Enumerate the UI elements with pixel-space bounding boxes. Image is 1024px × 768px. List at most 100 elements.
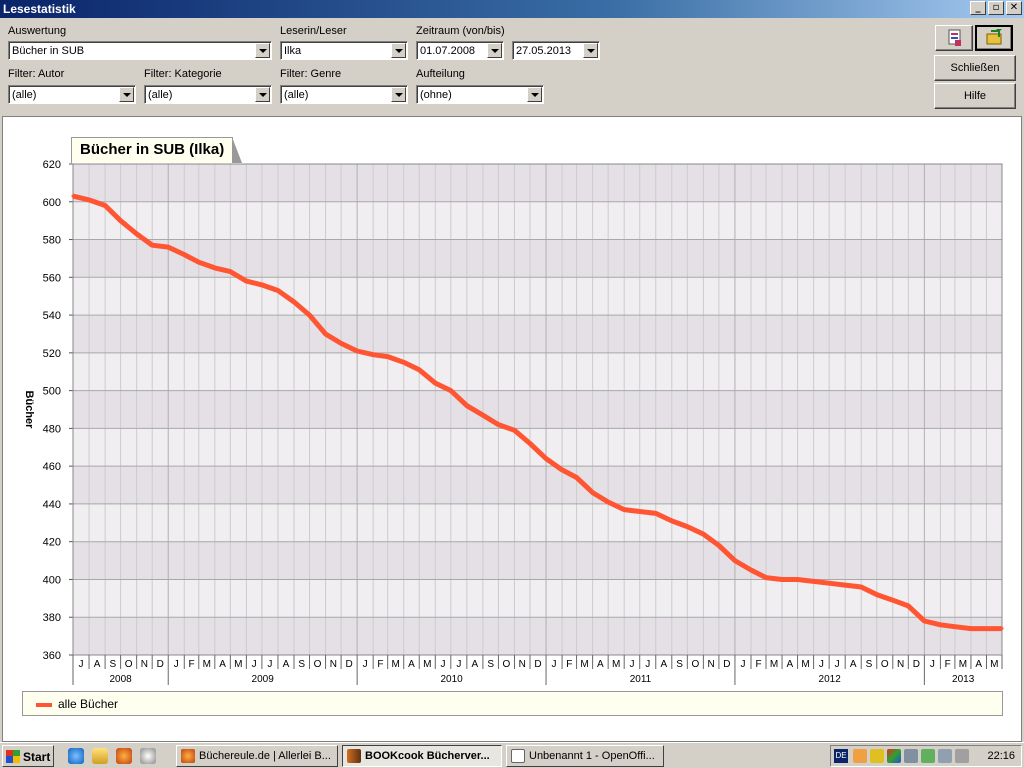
x-year-label: 2008	[109, 674, 132, 685]
y-tick-label: 380	[43, 612, 61, 624]
data-point	[701, 532, 705, 536]
data-point	[843, 583, 847, 587]
x-month-label: M	[959, 659, 967, 670]
chart-legend: alle Bücher	[22, 691, 1003, 716]
data-point	[906, 604, 910, 608]
x-year-label: 2009	[252, 674, 275, 685]
data-point	[481, 413, 485, 417]
task-label: Unbenannt 1 - OpenOffi...	[529, 750, 655, 762]
data-point	[606, 500, 610, 504]
x-month-label: J	[645, 659, 650, 670]
grid-band	[73, 541, 1002, 580]
windows-logo-icon	[6, 750, 20, 763]
data-point	[591, 491, 595, 495]
x-month-label: M	[423, 659, 431, 670]
data-point	[87, 198, 91, 202]
x-month-label: O	[503, 659, 511, 670]
y-tick-label: 580	[43, 235, 61, 247]
shield-icon[interactable]	[870, 749, 884, 763]
volume-icon[interactable]	[955, 749, 969, 763]
task-openoffice[interactable]: Unbenannt 1 - OpenOffi...	[506, 745, 664, 767]
system-tray: DE 22:16	[830, 745, 1022, 767]
x-year-label: 2010	[440, 674, 463, 685]
data-point	[228, 270, 232, 274]
x-year-label: 2012	[819, 674, 842, 685]
x-month-label: A	[597, 659, 604, 670]
data-point	[402, 360, 406, 364]
grid-band	[73, 466, 1002, 504]
data-point	[244, 279, 248, 283]
x-month-label: A	[975, 659, 982, 670]
x-month-label: M	[234, 659, 242, 670]
x-month-label: F	[377, 659, 383, 670]
grid-band	[73, 239, 1002, 278]
data-point	[733, 559, 737, 563]
safely-remove-icon[interactable]	[921, 749, 935, 763]
y-tick-label: 520	[43, 348, 61, 360]
firefox-icon	[181, 749, 195, 763]
x-month-label: J	[252, 659, 257, 670]
data-point	[922, 619, 926, 623]
data-point	[449, 389, 453, 393]
data-point	[560, 468, 564, 472]
data-point	[654, 511, 658, 515]
x-month-label: A	[283, 659, 290, 670]
task-bookcook[interactable]: BOOKcook Bücherver...	[342, 745, 502, 767]
start-button[interactable]: Start	[2, 745, 54, 767]
x-month-label: J	[174, 659, 179, 670]
x-month-label: M	[612, 659, 620, 670]
x-month-label: F	[945, 659, 951, 670]
x-month-label: A	[408, 659, 415, 670]
grid-band	[73, 617, 1002, 655]
data-point	[544, 457, 548, 461]
data-point	[812, 579, 816, 583]
data-point	[308, 313, 312, 317]
x-month-label: S	[676, 659, 683, 670]
x-month-label: O	[881, 659, 889, 670]
folder-icon[interactable]	[92, 748, 108, 764]
data-point	[260, 283, 264, 287]
data-point	[512, 428, 516, 432]
data-point	[213, 266, 217, 270]
data-point	[685, 525, 689, 529]
y-tick-label: 440	[43, 499, 61, 511]
data-point	[575, 475, 579, 479]
grid-band	[73, 315, 1002, 353]
data-point	[496, 423, 500, 427]
data-point	[969, 627, 973, 631]
data-point	[622, 508, 626, 512]
search-icon[interactable]	[140, 748, 156, 764]
chart-title: Bücher in SUB (Ilka)	[71, 137, 243, 163]
language-indicator[interactable]: DE	[834, 749, 848, 763]
connection-icon[interactable]	[938, 749, 952, 763]
data-point	[875, 593, 879, 597]
data-point	[119, 219, 123, 223]
task-bucheule[interactable]: Büchereule.de | Allerlei B...	[176, 745, 338, 767]
x-month-label: D	[157, 659, 164, 670]
x-month-label: J	[629, 659, 634, 670]
x-month-label: N	[519, 659, 526, 670]
x-month-label: N	[708, 659, 715, 670]
data-point	[292, 300, 296, 304]
x-month-label: M	[990, 659, 998, 670]
x-month-label: M	[770, 659, 778, 670]
data-point	[717, 543, 721, 547]
firefox-icon[interactable]	[116, 748, 132, 764]
tray-windows-icon[interactable]	[887, 749, 901, 763]
ie-icon[interactable]	[68, 748, 84, 764]
data-point	[276, 289, 280, 293]
grid-band	[73, 390, 1002, 429]
x-month-label: J	[267, 659, 272, 670]
tray-app-icon[interactable]	[853, 749, 867, 763]
x-month-label: N	[330, 659, 337, 670]
x-month-label: J	[363, 659, 368, 670]
x-year-label: 2011	[630, 674, 652, 685]
network-icon[interactable]	[904, 749, 918, 763]
data-point	[71, 194, 75, 198]
x-month-label: M	[801, 659, 809, 670]
data-point	[891, 598, 895, 602]
x-month-label: J	[552, 659, 557, 670]
data-point	[371, 353, 375, 357]
legend-swatch	[36, 703, 52, 707]
x-month-label: F	[566, 659, 572, 670]
